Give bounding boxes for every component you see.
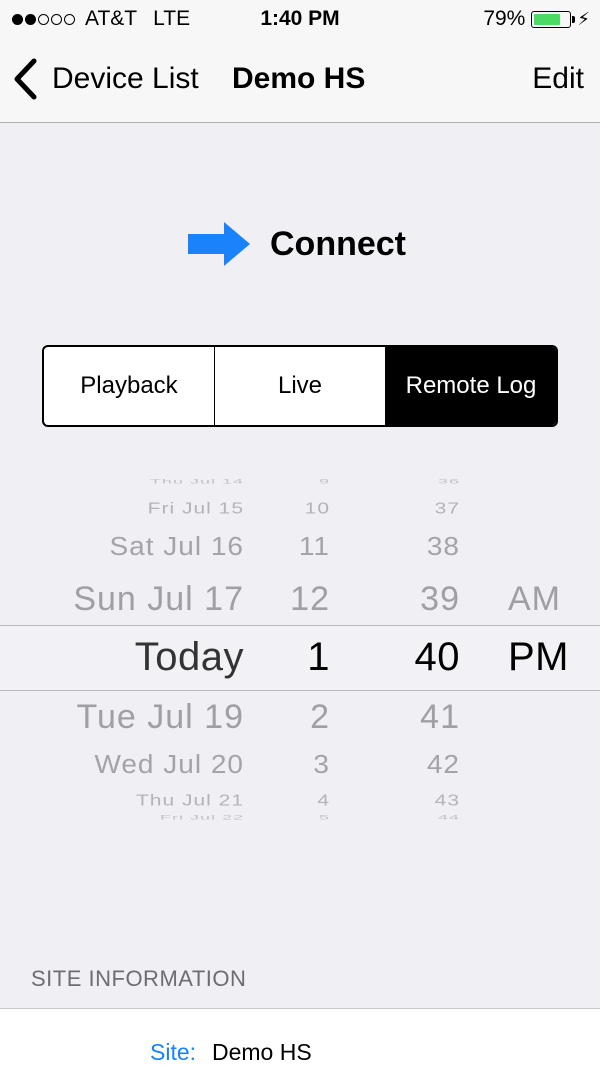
arrow-right-icon xyxy=(188,222,250,266)
nav-title: Demo HS xyxy=(232,62,366,95)
back-button[interactable]: Device List xyxy=(12,58,199,100)
picker-minute: 38 xyxy=(426,532,460,561)
battery-level-fill xyxy=(534,13,561,25)
site-value: Demo HS xyxy=(212,1039,312,1065)
section-header-site-information: SITE INFORMATION xyxy=(31,966,247,991)
picker-hour: 5 xyxy=(318,814,330,821)
picker-hour: 12 xyxy=(290,580,330,618)
picker-minute: 40 xyxy=(414,635,460,679)
picker-date: Fri Jul 15 xyxy=(147,500,244,518)
site-key-label: Site: xyxy=(150,1039,197,1065)
picker-date: Wed Jul 20 xyxy=(94,750,244,779)
picker-minute: 41 xyxy=(420,698,460,736)
connect-label: Connect xyxy=(270,224,406,263)
picker-hour: 11 xyxy=(298,532,330,561)
connect-button[interactable]: Connect xyxy=(186,220,406,268)
segment-remote-log[interactable]: Remote Log xyxy=(386,347,556,425)
picker-date: Today xyxy=(134,635,244,679)
status-right: 79% ⚡︎ xyxy=(483,7,590,31)
site-info-card: Site: Demo HS xyxy=(0,1008,600,1069)
back-button-label: Device List xyxy=(52,62,199,95)
edit-button[interactable]: Edit xyxy=(532,62,584,96)
picker-date: Tue Jul 19 xyxy=(76,698,244,736)
picker-ampm: PM xyxy=(508,635,569,679)
picker-minute: 42 xyxy=(426,750,460,779)
picker-date: Sat Jul 16 xyxy=(109,532,244,561)
picker-hour: 3 xyxy=(313,750,330,779)
battery-icon xyxy=(531,10,576,28)
charging-bolt-icon: ⚡︎ xyxy=(577,8,590,29)
picker-minute: 44 xyxy=(437,814,460,821)
status-bar: AT&T LTE 1:40 PM 79% ⚡︎ xyxy=(0,0,600,40)
chevron-left-icon xyxy=(14,58,37,100)
picker-minute: 43 xyxy=(434,792,460,810)
picker-minute: 37 xyxy=(434,500,460,518)
picker-date: Thu Jul 21 xyxy=(135,792,244,810)
picker-hour: 4 xyxy=(317,792,330,810)
picker-hour: 9 xyxy=(318,478,330,485)
battery-percent: 79% xyxy=(483,7,526,30)
picker-date: Sun Jul 17 xyxy=(73,580,244,618)
segment-live[interactable]: Live xyxy=(215,347,386,425)
picker-hour: 10 xyxy=(304,500,330,518)
navigation-bar: Device List Demo HS Edit xyxy=(0,40,600,123)
picker-date: Thu Jul 14 xyxy=(149,478,244,485)
picker-minute: 39 xyxy=(420,580,460,618)
picker-date: Fri Jul 22 xyxy=(159,814,244,821)
picker-hour: 2 xyxy=(310,698,330,736)
picker-minute: 36 xyxy=(437,478,460,485)
segment-playback[interactable]: Playback xyxy=(44,347,215,425)
mode-segmented-control: Playback Live Remote Log xyxy=(42,345,558,427)
picker-ampm: AM xyxy=(508,580,561,618)
date-time-picker[interactable]: Thu Jul 14 9 36 Fri Jul 15 10 37 Sat Jul 16 11 3… xyxy=(0,478,600,830)
picker-hour: 1 xyxy=(307,635,330,679)
battery-cap xyxy=(572,15,576,23)
